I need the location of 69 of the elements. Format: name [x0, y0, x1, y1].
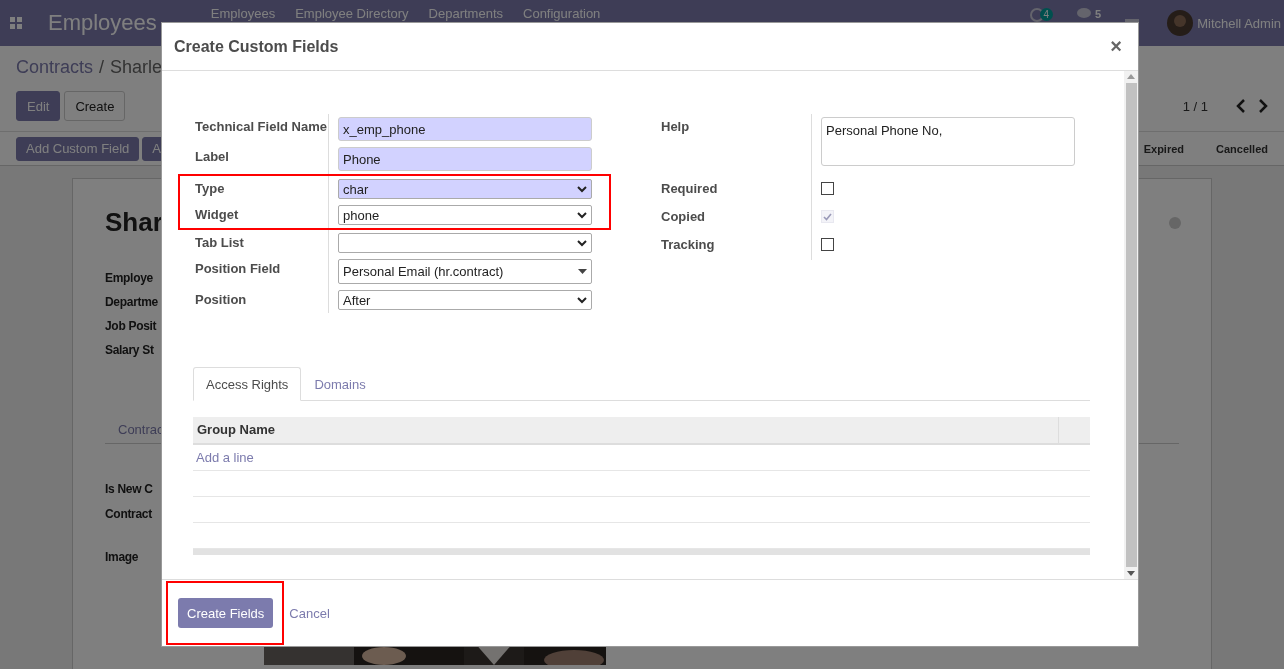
- stage-step[interactable]: Cancelled: [1187, 142, 1268, 155]
- field-label: Type: [195, 180, 225, 196]
- pager-value: 1 / 1: [1182, 98, 1208, 114]
- menu-item[interactable]: Configuration: [523, 6, 601, 21]
- checkbox[interactable]: [821, 182, 834, 195]
- notebook-tab[interactable]: Contrac: [118, 422, 164, 437]
- field-label: Departme: [105, 294, 158, 311]
- breadcrumb-current: Sharle: [110, 57, 163, 78]
- avatar[interactable]: [1167, 10, 1194, 36]
- field-label: Technical Field Name: [195, 118, 327, 134]
- field-label: Position: [195, 291, 247, 307]
- scroll-down-icon[interactable]: [1127, 571, 1135, 576]
- chevron-down-icon: [577, 296, 587, 304]
- dropdown-field[interactable]: [338, 233, 592, 253]
- field-label: Image: [105, 549, 140, 566]
- message-count: 5: [1095, 8, 1102, 20]
- action-button[interactable]: Edit: [16, 91, 61, 121]
- field-label: Help: [661, 118, 690, 134]
- field-label: Employe: [105, 270, 153, 287]
- activity-count-badge: 4: [1039, 8, 1054, 21]
- tab[interactable]: Access Rights: [193, 367, 302, 401]
- field-label: Widget: [195, 206, 239, 222]
- field-label: Required: [661, 180, 718, 196]
- field-label: Copied: [661, 208, 706, 224]
- chat-icon[interactable]: [1077, 8, 1092, 20]
- scroll-up-icon[interactable]: [1127, 74, 1135, 79]
- menu-item[interactable]: Employees: [210, 6, 276, 21]
- field-label: Salary St: [105, 342, 154, 359]
- close-button[interactable]: ×: [1106, 35, 1126, 58]
- checkbox[interactable]: [821, 238, 834, 251]
- menu-item[interactable]: Departments: [428, 6, 503, 21]
- header-button[interactable]: Add Custom Field: [16, 136, 140, 161]
- tab[interactable]: Domains: [301, 367, 379, 401]
- field-label: Label: [195, 148, 229, 164]
- next-icon[interactable]: [1258, 99, 1268, 113]
- menu-item[interactable]: Employee Directory: [295, 6, 409, 21]
- chevron-down-icon: [577, 239, 587, 247]
- text-field[interactable]: x_emp_phone: [338, 117, 592, 141]
- dialog-title: Create Custom Fields: [174, 37, 340, 56]
- chevron-down-icon: [577, 211, 587, 219]
- record-title: Shar: [105, 207, 163, 238]
- dropdown-field[interactable]: phone: [338, 205, 592, 225]
- scrollbar[interactable]: [1124, 71, 1138, 579]
- help-text-area[interactable]: Personal Phone No,: [821, 117, 1075, 166]
- status-dot: [1169, 216, 1181, 229]
- cancel-link[interactable]: Cancel: [289, 605, 330, 621]
- field-label: Contract: [105, 506, 152, 523]
- user-name[interactable]: Mitchell Admin: [1197, 15, 1281, 31]
- app-title: Employees: [48, 10, 157, 36]
- text-field[interactable]: Phone: [338, 147, 592, 171]
- field-label: Is New C: [105, 481, 153, 498]
- column-header: Group Name: [193, 417, 1059, 443]
- action-button[interactable]: Create: [64, 91, 126, 121]
- dropdown-field[interactable]: After: [338, 290, 592, 310]
- add-line-link[interactable]: Add a line: [193, 450, 254, 465]
- field-label: Tracking: [661, 236, 715, 252]
- dropdown-field[interactable]: char: [338, 179, 592, 199]
- create-fields-button[interactable]: Create Fields: [178, 598, 274, 628]
- field-label: Position Field: [195, 260, 281, 276]
- breadcrumb-link[interactable]: Contracts: [16, 57, 94, 78]
- breadcrumb-separator: /: [99, 57, 105, 78]
- chevron-down-icon: [577, 185, 587, 193]
- previous-icon[interactable]: [1236, 99, 1246, 113]
- field-label: Tab List: [195, 234, 244, 250]
- dropdown-field[interactable]: Personal Email (hr.contract): [338, 259, 592, 284]
- caret-icon: [578, 269, 587, 274]
- field-label: Job Posit: [105, 318, 157, 335]
- apps-grid-icon[interactable]: [10, 17, 22, 29]
- clock-icon[interactable]: [1029, 8, 1044, 22]
